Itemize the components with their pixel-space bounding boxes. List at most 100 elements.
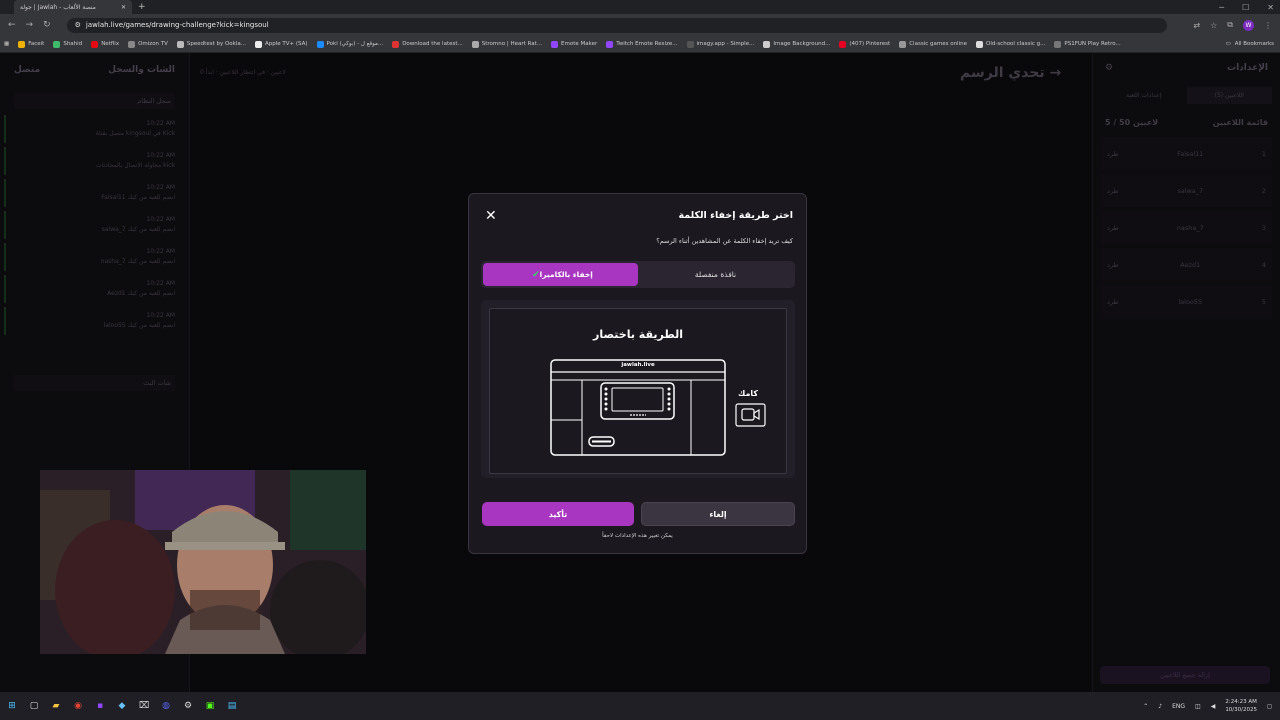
hide-method-toggle: نافذة منفصلة إخفاء بالكاميرا ✔	[481, 261, 795, 288]
translate-icon[interactable]: ⇄	[1193, 21, 1200, 30]
bookmark[interactable]: Speedtest by Ookla...	[176, 40, 246, 48]
clock[interactable]: 2:24:23 AM 10/30/2025	[1225, 698, 1257, 714]
log-entry: 10:22 AM محاولة الاتصال بالمحادثات kick	[4, 147, 189, 175]
new-tab-button[interactable]: +	[138, 2, 146, 12]
url-text: jawlah.live/games/drawing-challenge?kick…	[85, 21, 269, 29]
app-icon[interactable]: ⌧	[136, 698, 152, 714]
app-icon[interactable]: ▣	[202, 698, 218, 714]
app-icon[interactable]: ▪	[92, 698, 108, 714]
hide-word-modal: ✕ اختر طريقة إخفاء الكلمة كيف تريد إخفاء…	[468, 193, 807, 554]
remove-all-players-button[interactable]: إزالة جميع اللاعبين	[1100, 666, 1270, 684]
connection-status: متصل	[14, 65, 41, 75]
windows-start-icon[interactable]: ⊞	[4, 698, 20, 714]
bookmark[interactable]: Stromno | Heart Rat...	[471, 40, 542, 48]
reload-icon[interactable]: ↻	[43, 20, 51, 30]
kick-button[interactable]: طرد	[1107, 150, 1119, 158]
bookmark[interactable]: Image Background...	[763, 40, 830, 48]
log-entry: 10:22 AM Aezd1 انضم للعبة من كيك	[4, 275, 189, 303]
network-icon[interactable]: ◫	[1195, 703, 1201, 710]
kick-button[interactable]: طرد	[1107, 261, 1119, 269]
forward-icon[interactable]: →	[26, 20, 34, 30]
close-window-icon[interactable]: ✕	[1267, 3, 1274, 12]
bookmark[interactable]: Netflix	[91, 40, 119, 48]
player-row: طرد laloo55 5	[1101, 285, 1272, 318]
close-icon[interactable]: ✕	[485, 208, 497, 224]
preview-illustration: الطريقة باختصار jawlah.live كامك	[489, 308, 787, 474]
player-count: 5 / 50 لاعبين	[1105, 118, 1159, 127]
chrome-icon[interactable]: ◉	[70, 698, 86, 714]
preview-panel: الطريقة باختصار jawlah.live كامك	[481, 300, 795, 478]
minimize-icon[interactable]: ─	[1219, 3, 1224, 12]
browser-tab[interactable]: جولة | Jawlah - منصة الألعاب ✕	[14, 0, 132, 14]
discord-icon[interactable]: ◍	[158, 698, 174, 714]
tray-chevron-icon[interactable]: ⌃	[1143, 703, 1148, 710]
settings-title: الإعدادات	[1227, 63, 1268, 73]
all-bookmarks[interactable]: ▭ All Bookmarks	[1226, 41, 1275, 47]
bookmark[interactable]: Old-school classic g...	[975, 40, 1045, 48]
kick-button[interactable]: طرد	[1107, 298, 1119, 306]
settings-panel: ⚙ الإعدادات إعدادات اللعبة اللاعبين (5) …	[1092, 53, 1280, 692]
maximize-icon[interactable]: ☐	[1242, 3, 1249, 12]
live-chat-header[interactable]: شات البث	[14, 375, 175, 391]
kick-button[interactable]: طرد	[1107, 187, 1119, 195]
bookmark[interactable]: Faceit	[18, 40, 44, 48]
cancel-button[interactable]: إلغاء	[641, 502, 795, 526]
tab-players[interactable]: اللاعبين (5)	[1186, 87, 1272, 104]
bookmark[interactable]: imagy.app - Simple...	[686, 40, 754, 48]
language-indicator[interactable]: ENG	[1172, 703, 1185, 710]
notifications-icon[interactable]: ◻	[1267, 703, 1272, 710]
bookmark[interactable]: (407) Pinterest	[839, 40, 890, 48]
player-row: طرد Aezd1 4	[1101, 248, 1272, 281]
app-icon[interactable]: ⚙	[180, 698, 196, 714]
settings-note: يمكن تغيير هذه الإعدادات لاحقاً	[602, 533, 673, 539]
system-log-header[interactable]: سجل النظام	[14, 93, 175, 109]
log-entry: 10:22 AM laloo55 انضم للعبة من كيك	[4, 307, 189, 335]
tab-game-settings[interactable]: إعدادات اللعبة	[1101, 87, 1187, 104]
microphone-icon[interactable]: ♪	[1158, 703, 1162, 710]
tab-close-icon[interactable]: ✕	[121, 4, 126, 11]
app-icon[interactable]: ▤	[224, 698, 240, 714]
bookmark[interactable]: Apple TV+ (SA)	[255, 40, 308, 48]
option-camera-hide[interactable]: إخفاء بالكاميرا ✔	[483, 263, 638, 286]
menu-icon[interactable]: ⋮	[1264, 21, 1272, 30]
kick-button[interactable]: طرد	[1107, 224, 1119, 232]
file-explorer-icon[interactable]: ▰	[48, 698, 64, 714]
extensions-icon[interactable]: ⧉	[1227, 20, 1233, 30]
log-entry: 10:22 AM salwa_7 انضم للعبة من كيك	[4, 211, 189, 239]
bookmark[interactable]: Emote Maker	[551, 40, 597, 48]
check-icon: ✔	[532, 269, 540, 280]
bookmark[interactable]: Poki (بوكي) - موقع ل...	[316, 40, 383, 48]
confirm-button[interactable]: تأكيد	[482, 502, 634, 526]
log-entry: 10:22 AM متصل بقناة kingsoul في Kick	[4, 115, 189, 143]
volume-icon[interactable]: ◀	[1211, 703, 1216, 710]
back-icon[interactable]: ←	[8, 20, 16, 30]
tab-title: جولة | Jawlah - منصة الألعاب	[20, 3, 96, 11]
option-separate-window[interactable]: نافذة منفصلة	[638, 263, 793, 286]
player-list-title: قائمة اللاعبين	[1212, 118, 1268, 127]
bookmark[interactable]: Twitch Emote Resize...	[606, 40, 678, 48]
breadcrumb: 0 لاعبين · في انتظار اللاعبين · ابدأ	[200, 69, 286, 76]
apps-icon[interactable]: ▦	[4, 41, 9, 47]
modal-title: اختر طريقة إخفاء الكلمة	[678, 210, 793, 221]
search-icon[interactable]: ▢	[26, 698, 42, 714]
bookmarks-bar: ▦ Faceit Shahid Netflix Omizon TV Speedt…	[0, 36, 1280, 53]
address-bar-row: ← → ↻ ⚙ jawlah.live/games/drawing-challe…	[0, 14, 1280, 36]
bookmark[interactable]: Download the latest...	[392, 40, 463, 48]
settings-gear-icon[interactable]: ⚙	[1105, 63, 1113, 73]
page-title: تحدي الرسم →	[960, 65, 1062, 81]
bookmark[interactable]: PS1FUN Play Retro...	[1054, 40, 1121, 48]
bookmark[interactable]: Classic games online	[899, 40, 967, 48]
camera-label: كامك	[738, 389, 759, 398]
player-row: طرد salwa_7 2	[1101, 174, 1272, 207]
bookmark[interactable]: Omizon TV	[128, 40, 168, 48]
bookmark[interactable]: Shahid	[53, 40, 82, 48]
profile-avatar[interactable]: W	[1243, 19, 1254, 31]
steam-icon[interactable]: ◆	[114, 698, 130, 714]
browser-tab-bar: جولة | Jawlah - منصة الألعاب ✕ + ─ ☐ ✕	[0, 0, 1280, 14]
modal-subtitle: كيف تريد إخفاء الكلمة عن المشاهدين أثناء…	[656, 237, 793, 245]
webcam-feed-image	[40, 470, 366, 654]
url-field[interactable]: ⚙ jawlah.live/games/drawing-challenge?ki…	[66, 17, 1167, 33]
site-info-icon[interactable]: ⚙	[75, 21, 81, 29]
player-row: طرد nasha_7 3	[1101, 211, 1272, 244]
bookmark-star-icon[interactable]: ☆	[1210, 21, 1217, 30]
